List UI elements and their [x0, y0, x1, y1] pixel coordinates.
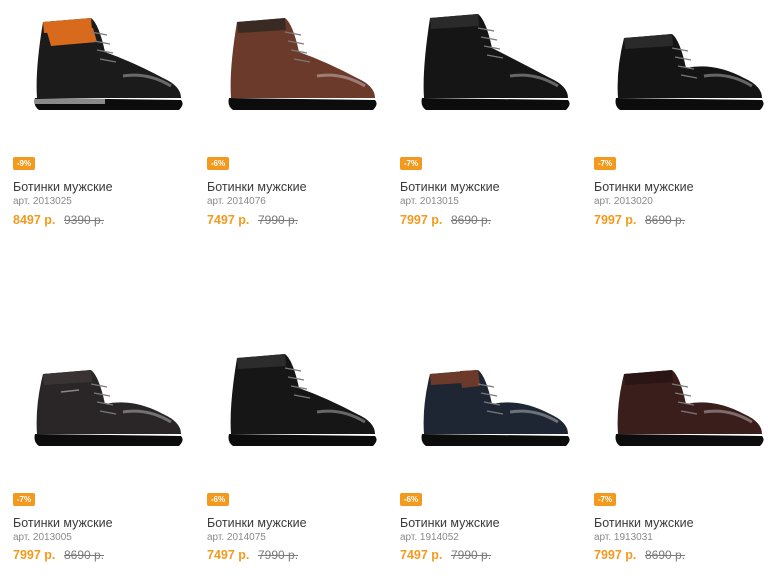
product-sku: арт. 2013005: [13, 532, 72, 543]
product-sku: арт. 2013015: [400, 196, 459, 207]
discount-badge: -6%: [207, 157, 229, 170]
product-title[interactable]: Ботинки мужские: [400, 516, 500, 530]
product-price: 8497 р.: [13, 213, 56, 227]
product-old-price: 8690 р.: [451, 213, 492, 227]
discount-badge: -9%: [13, 157, 35, 170]
product-price: 7497 р.: [207, 213, 250, 227]
shoe-image[interactable]: [207, 336, 387, 466]
shoe-image[interactable]: [594, 0, 768, 130]
boot-sole: [615, 98, 764, 110]
product-price: 7997 р.: [594, 213, 637, 227]
product-price: 7997 р.: [594, 548, 637, 562]
product-old-price: 8690 р.: [645, 548, 686, 562]
product-title[interactable]: Ботинки мужские: [400, 180, 500, 194]
shoe-image[interactable]: [400, 336, 580, 466]
product-price: 7497 р.: [207, 548, 250, 562]
product-old-price: 7990 р.: [258, 548, 299, 562]
product-sku: арт. 2013025: [13, 196, 72, 207]
shoe-image[interactable]: [13, 0, 193, 130]
discount-badge: -7%: [400, 157, 422, 170]
product-title[interactable]: Ботинки мужские: [594, 516, 694, 530]
product-sku: арт. 1914052: [400, 532, 459, 543]
product-card[interactable]: -7% Ботинки мужские арт. 1913031 7997 р.…: [594, 336, 768, 576]
product-title[interactable]: Ботинки мужские: [13, 516, 113, 530]
sole-stripe: [35, 99, 105, 104]
product-title[interactable]: Ботинки мужские: [594, 180, 694, 194]
product-price: 7497 р.: [400, 548, 443, 562]
boot-accent-panel: [460, 370, 480, 388]
shoe-image[interactable]: [594, 336, 768, 466]
boot-sole: [228, 434, 377, 446]
product-old-price: 8690 р.: [64, 548, 105, 562]
product-card[interactable]: -7% Ботинки мужские арт. 2013015 7997 р.…: [400, 0, 580, 240]
discount-badge: -7%: [13, 493, 35, 506]
product-old-price: 7990 р.: [258, 213, 299, 227]
product-card[interactable]: -6% Ботинки мужские арт. 2014076 7497 р.…: [207, 0, 387, 240]
product-sku: арт. 2014076: [207, 196, 266, 207]
boot-sole: [228, 98, 377, 110]
shoe-image[interactable]: [207, 0, 387, 130]
product-card[interactable]: -7% Ботинки мужские арт. 2013005 7997 р.…: [13, 336, 193, 576]
discount-badge: -6%: [207, 493, 229, 506]
discount-badge: -6%: [400, 493, 422, 506]
shoe-image[interactable]: [400, 0, 580, 130]
product-title[interactable]: Ботинки мужские: [207, 180, 307, 194]
product-old-price: 7990 р.: [451, 548, 492, 562]
boot-sole: [421, 98, 570, 110]
product-title[interactable]: Ботинки мужские: [13, 180, 113, 194]
product-price: 7997 р.: [400, 213, 443, 227]
product-card[interactable]: -6% Ботинки мужские арт. 1914052 7497 р.…: [400, 336, 580, 576]
product-title[interactable]: Ботинки мужские: [207, 516, 307, 530]
product-card[interactable]: -6% Ботинки мужские арт. 2014075 7497 р.…: [207, 336, 387, 576]
discount-badge: -7%: [594, 493, 616, 506]
product-card[interactable]: -7% Ботинки мужские арт. 2013020 7997 р.…: [594, 0, 768, 240]
product-card[interactable]: -9% Ботинки мужские арт. 2013025 8497 р.…: [13, 0, 193, 240]
product-sku: арт. 2014075: [207, 532, 266, 543]
boot-sole: [421, 434, 570, 446]
shoe-image[interactable]: [13, 336, 193, 466]
product-sku: арт. 2013020: [594, 196, 653, 207]
product-price: 7997 р.: [13, 548, 56, 562]
product-old-price: 9390 р.: [64, 213, 105, 227]
discount-badge: -7%: [594, 157, 616, 170]
product-sku: арт. 1913031: [594, 532, 653, 543]
product-old-price: 8690 р.: [645, 213, 686, 227]
boot-sole: [615, 434, 764, 446]
boot-sole: [34, 434, 183, 446]
